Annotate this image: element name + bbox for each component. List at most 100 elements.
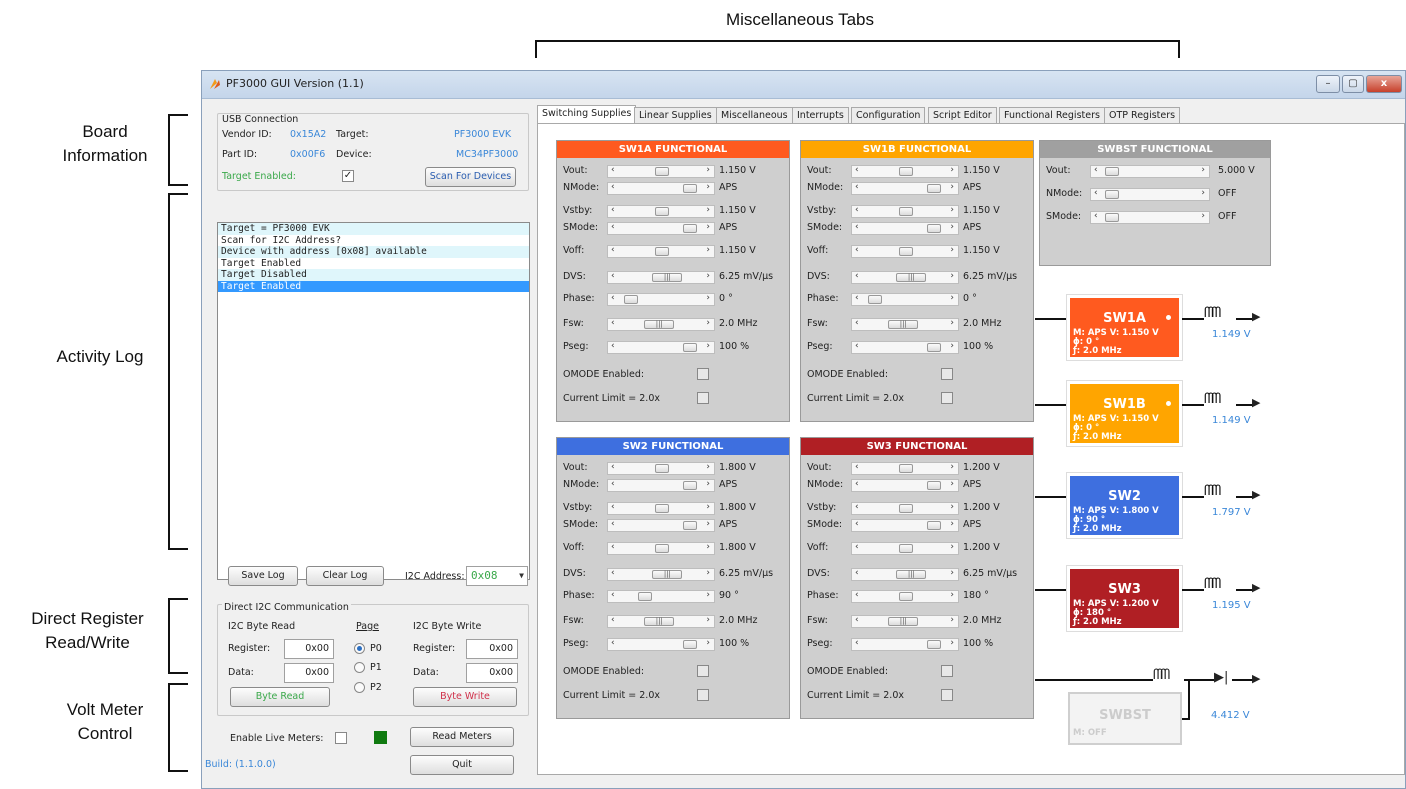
sw1b-voff-slider[interactable]: ‹ ›	[851, 245, 959, 258]
slider-thumb[interactable]	[927, 343, 941, 352]
sw2-smode-slider[interactable]: ‹ ›	[607, 519, 715, 532]
slider-thumb[interactable]	[1105, 213, 1119, 222]
sw1a-fsw-slider[interactable]: ‹ › |||	[607, 318, 715, 331]
sw3-voff-slider[interactable]: ‹ ›	[851, 542, 959, 555]
slider-thumb[interactable]: |||	[888, 617, 919, 626]
slider-thumb[interactable]: |||	[896, 570, 927, 579]
byte-write-button[interactable]: Byte Write	[413, 687, 517, 707]
slider-thumb[interactable]	[683, 640, 697, 649]
slider-thumb[interactable]	[655, 504, 669, 513]
sw3-nmode-slider[interactable]: ‹ ›	[851, 479, 959, 492]
sw2-current-limit-checkbox[interactable]	[697, 689, 709, 701]
chevron-left-icon[interactable]: ‹	[611, 205, 615, 215]
slider-thumb[interactable]	[899, 207, 913, 216]
chevron-right-icon[interactable]: ›	[706, 519, 710, 529]
chevron-left-icon[interactable]: ‹	[611, 568, 615, 578]
read-register-field[interactable]: 0x00	[284, 639, 334, 659]
slider-thumb[interactable]	[655, 247, 669, 256]
sw1a-pseg-slider[interactable]: ‹ ›	[607, 341, 715, 354]
sw2-block[interactable]: SW2 M: APS V: 1.800 Vɸ: 90 ° ƒ: 2.0 MHz	[1067, 473, 1182, 538]
tab-switching-supplies[interactable]: Switching Supplies	[537, 105, 637, 125]
chevron-right-icon[interactable]: ›	[950, 519, 954, 529]
slider-thumb[interactable]	[899, 167, 913, 176]
chevron-right-icon[interactable]: ›	[1201, 211, 1205, 221]
slider-thumb[interactable]	[683, 224, 697, 233]
page-p1-radio[interactable]	[354, 662, 365, 673]
sw1b-fsw-slider[interactable]: ‹ › |||	[851, 318, 959, 331]
i2c-address-select[interactable]: 0x08 ▼	[466, 566, 528, 586]
chevron-left-icon[interactable]: ‹	[611, 182, 615, 192]
chevron-left-icon[interactable]: ‹	[611, 245, 615, 255]
slider-thumb[interactable]	[927, 184, 941, 193]
slider-thumb[interactable]: |||	[896, 273, 927, 282]
page-p0-radio[interactable]	[354, 643, 365, 654]
chevron-left-icon[interactable]: ‹	[611, 479, 615, 489]
chevron-left-icon[interactable]: ‹	[855, 318, 859, 328]
byte-read-button[interactable]: Byte Read	[230, 687, 330, 707]
sw2-dvs-slider[interactable]: ‹ › |||	[607, 568, 715, 581]
chevron-left-icon[interactable]: ‹	[611, 462, 615, 472]
chevron-left-icon[interactable]: ‹	[855, 182, 859, 192]
sw2-fsw-slider[interactable]: ‹ › |||	[607, 615, 715, 628]
chevron-right-icon[interactable]: ›	[950, 462, 954, 472]
tab-script-editor[interactable]: Script Editor	[928, 107, 997, 124]
chevron-right-icon[interactable]: ›	[706, 205, 710, 215]
sw2-omode-checkbox[interactable]	[697, 665, 709, 677]
swbst-nmode-slider[interactable]: ‹ ›	[1090, 188, 1210, 201]
sw3-smode-slider[interactable]: ‹ ›	[851, 519, 959, 532]
sw2-phase-slider[interactable]: ‹ ›	[607, 590, 715, 603]
slider-thumb[interactable]	[927, 521, 941, 530]
target-enabled-checkbox[interactable]: ✓	[342, 170, 354, 182]
slider-thumb[interactable]: |||	[644, 617, 675, 626]
slider-thumb[interactable]: |||	[644, 320, 675, 329]
sw2-vout-slider[interactable]: ‹ ›	[607, 462, 715, 475]
activity-log[interactable]: Target = PF3000 EVK Scan for I2C Address…	[217, 222, 530, 580]
slider-thumb[interactable]	[867, 295, 882, 304]
sw3-omode-checkbox[interactable]	[941, 665, 953, 677]
chevron-right-icon[interactable]: ›	[950, 205, 954, 215]
sw3-phase-slider[interactable]: ‹ ›	[851, 590, 959, 603]
tab-otp-registers[interactable]: OTP Registers	[1104, 107, 1181, 124]
sw3-vstby-slider[interactable]: ‹ ›	[851, 502, 959, 515]
sw3-vout-slider[interactable]: ‹ ›	[851, 462, 959, 475]
slider-thumb[interactable]	[899, 544, 913, 553]
chevron-right-icon[interactable]: ›	[1201, 165, 1205, 175]
slider-thumb[interactable]	[683, 343, 697, 352]
chevron-right-icon[interactable]: ›	[950, 502, 954, 512]
chevron-right-icon[interactable]: ›	[706, 590, 710, 600]
swbst-smode-slider[interactable]: ‹ ›	[1090, 211, 1210, 224]
chevron-right-icon[interactable]: ›	[950, 590, 954, 600]
read-data-field[interactable]: 0x00	[284, 663, 334, 683]
chevron-right-icon[interactable]: ›	[950, 222, 954, 232]
chevron-left-icon[interactable]: ‹	[611, 271, 615, 281]
chevron-right-icon[interactable]: ›	[950, 341, 954, 351]
slider-thumb[interactable]	[927, 640, 941, 649]
chevron-right-icon[interactable]: ›	[706, 293, 710, 303]
chevron-left-icon[interactable]: ‹	[855, 462, 859, 472]
chevron-right-icon[interactable]: ›	[950, 293, 954, 303]
enable-live-meters-checkbox[interactable]	[335, 732, 347, 744]
chevron-left-icon[interactable]: ‹	[855, 502, 859, 512]
chevron-right-icon[interactable]: ›	[950, 271, 954, 281]
sw1a-vout-slider[interactable]: ‹ ›	[607, 165, 715, 178]
sw1a-vstby-slider[interactable]: ‹ ›	[607, 205, 715, 218]
slider-thumb[interactable]	[655, 207, 669, 216]
chevron-left-icon[interactable]: ‹	[611, 165, 615, 175]
chevron-right-icon[interactable]: ›	[950, 568, 954, 578]
read-meters-button[interactable]: Read Meters	[410, 727, 514, 747]
chevron-left-icon[interactable]: ‹	[855, 165, 859, 175]
swbst-vout-slider[interactable]: ‹ ›	[1090, 165, 1210, 178]
sw2-voff-slider[interactable]: ‹ ›	[607, 542, 715, 555]
slider-thumb[interactable]	[655, 167, 669, 176]
slider-thumb[interactable]	[683, 481, 697, 490]
sw1b-smode-slider[interactable]: ‹ ›	[851, 222, 959, 235]
chevron-right-icon[interactable]: ›	[706, 479, 710, 489]
chevron-left-icon[interactable]: ‹	[611, 222, 615, 232]
chevron-left-icon[interactable]: ‹	[611, 293, 615, 303]
chevron-left-icon[interactable]: ‹	[611, 318, 615, 328]
slider-thumb[interactable]	[899, 464, 913, 473]
sw1b-nmode-slider[interactable]: ‹ ›	[851, 182, 959, 195]
sw3-dvs-slider[interactable]: ‹ › |||	[851, 568, 959, 581]
slider-thumb[interactable]: |||	[888, 320, 919, 329]
chevron-left-icon[interactable]: ‹	[855, 568, 859, 578]
